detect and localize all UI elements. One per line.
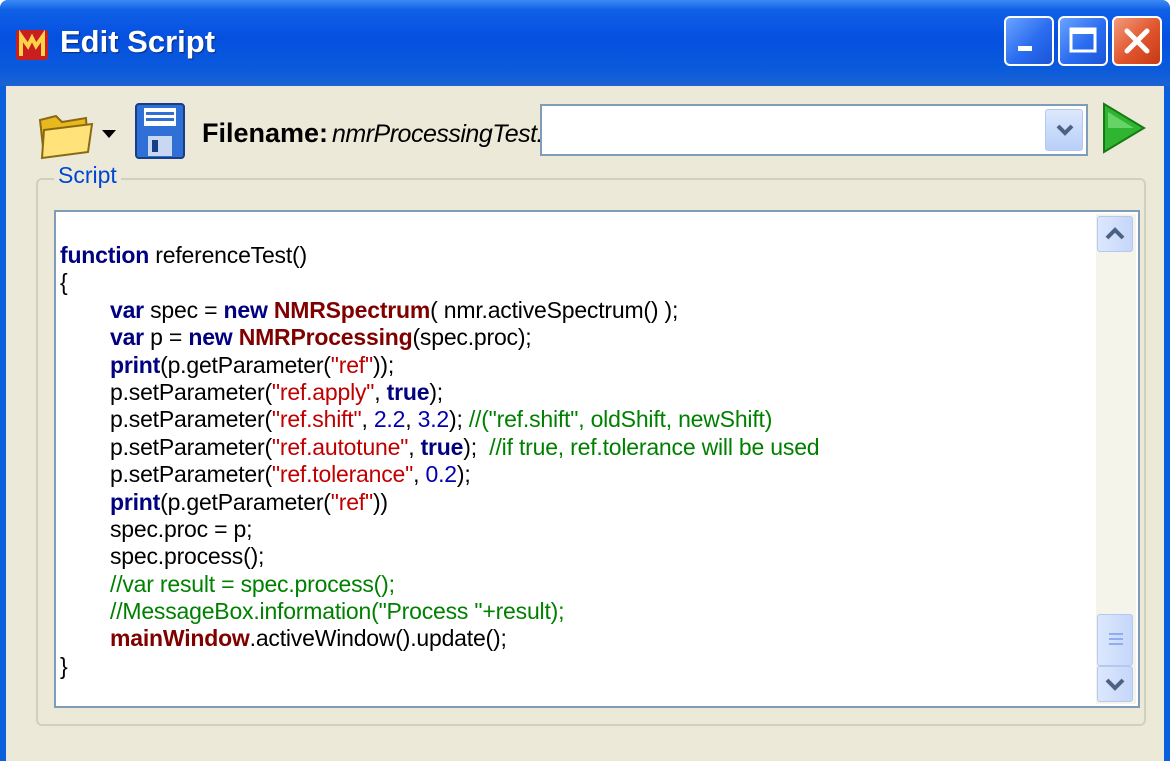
code-token: ); — [429, 378, 443, 405]
code-token: .activeWindow().update(); — [249, 625, 507, 652]
code-line: { — [60, 269, 1090, 296]
vertical-scrollbar[interactable] — [1096, 214, 1136, 704]
minimize-button[interactable] — [1004, 16, 1054, 66]
code-token: true — [420, 433, 464, 460]
filename-value: nmrProcessingTest.qs — [332, 120, 569, 148]
code-token: p.setParameter( — [110, 406, 272, 433]
code-token: p = — [143, 324, 189, 351]
code-token: spec.proc = p; — [110, 515, 253, 542]
code-token: //MessageBox.information("Process "+resu… — [110, 598, 565, 625]
code-token: p.setParameter( — [110, 461, 272, 488]
code-area[interactable]: function referenceTest(){var spec = new … — [60, 242, 1090, 680]
code-line: p.setParameter("ref.shift", 2.2, 3.2); /… — [60, 406, 1090, 433]
code-line: //var result = spec.process(); — [60, 571, 1090, 598]
code-token: "ref" — [330, 351, 373, 378]
code-token: , — [413, 461, 426, 488]
code-token: 2.2 — [373, 406, 406, 433]
combo-dropdown-button[interactable] — [1045, 109, 1083, 151]
dialog-client-area: Filename: nmrProcessingTest.qs Script fu… — [6, 86, 1164, 761]
code-token: var — [110, 296, 144, 323]
edit-script-window: Edit Script Filename: nmrProcessingTest.… — [0, 0, 1170, 761]
script-group-label: Script — [54, 162, 121, 189]
scroll-up-button[interactable] — [1097, 216, 1133, 252]
filename-label: Filename: — [202, 118, 329, 148]
code-line: var p = new NMRProcessing(spec.proc); — [60, 324, 1090, 351]
code-token: p.setParameter( — [110, 433, 272, 460]
code-token: mainWindow — [110, 625, 250, 652]
open-folder-icon[interactable] — [36, 106, 96, 162]
title-bar[interactable]: Edit Script — [0, 0, 1170, 86]
code-token: var — [110, 324, 144, 351]
close-icon — [1124, 28, 1150, 54]
code-token: p.setParameter( — [110, 378, 272, 405]
code-token: new — [223, 296, 268, 323]
script-editor[interactable]: function referenceTest(){var spec = new … — [54, 210, 1140, 708]
code-token: NMRSpectrum — [273, 296, 431, 323]
code-line: p.setParameter("ref.autotune", true); //… — [60, 434, 1090, 461]
code-token: true — [386, 378, 430, 405]
code-token: 0.2 — [425, 461, 457, 488]
code-token: //("ref.shift", oldShift, newShift) — [468, 406, 773, 433]
code-line: //MessageBox.information("Process "+resu… — [60, 598, 1090, 625]
code-line: spec.proc = p; — [60, 516, 1090, 543]
code-line: } — [60, 653, 1090, 680]
save-icon[interactable] — [134, 102, 186, 160]
scrollbar-thumb[interactable] — [1097, 614, 1133, 666]
minimize-icon — [1018, 46, 1032, 51]
code-line: var spec = new NMRSpectrum( nmr.activeSp… — [60, 297, 1090, 324]
code-line: p.setParameter("ref.tolerance", 0.2); — [60, 461, 1090, 488]
maximize-icon — [1069, 27, 1097, 53]
code-token: )) — [372, 488, 388, 515]
code-token: , — [361, 406, 374, 433]
code-line: print(p.getParameter("ref")); — [60, 352, 1090, 379]
code-token: , — [374, 378, 387, 405]
code-token: print — [110, 488, 161, 515]
code-token: "ref.apply" — [271, 378, 375, 405]
code-line: function referenceTest() — [60, 242, 1090, 269]
code-token: ); — [463, 433, 490, 460]
close-button[interactable] — [1112, 16, 1162, 66]
dropdown-arrow-icon[interactable] — [102, 130, 116, 138]
code-token: ); — [456, 461, 471, 488]
code-token: ( nmr.activeSpectrum() ); — [430, 296, 679, 323]
code-token: function — [60, 242, 150, 268]
code-line: spec.process(); — [60, 543, 1090, 570]
code-token: spec.process(); — [110, 543, 265, 570]
code-token: //var result = spec.process(); — [110, 570, 395, 597]
code-line: print(p.getParameter("ref")) — [60, 489, 1090, 516]
code-token: } — [60, 652, 68, 679]
code-token: , — [408, 433, 421, 460]
chevron-up-icon — [1105, 227, 1125, 240]
code-token: "ref" — [330, 488, 373, 515]
code-token: "ref.tolerance" — [271, 461, 414, 488]
code-token: "ref.autotune" — [271, 433, 409, 460]
run-icon[interactable] — [1098, 100, 1148, 156]
code-token: , — [405, 406, 418, 433]
code-token: "ref.shift" — [271, 406, 362, 433]
chevron-down-icon — [1056, 124, 1074, 136]
window-title: Edit Script — [60, 24, 216, 59]
code-token: new — [188, 324, 233, 351]
scroll-down-button[interactable] — [1097, 666, 1133, 702]
code-token: referenceTest() — [149, 242, 307, 268]
maximize-button[interactable] — [1058, 16, 1108, 66]
code-token: print — [110, 351, 161, 378]
code-token: )); — [372, 351, 395, 378]
chevron-down-icon — [1105, 678, 1125, 691]
code-token: { — [60, 269, 68, 296]
code-token: NMRProcessing — [238, 324, 413, 351]
code-token: ); — [448, 406, 469, 433]
code-token: (spec.proc); — [412, 324, 532, 351]
code-token: (p.getParameter( — [160, 488, 331, 515]
script-combo-box[interactable] — [540, 104, 1088, 156]
code-token: (p.getParameter( — [160, 351, 331, 378]
code-line: p.setParameter("ref.apply", true); — [60, 379, 1090, 406]
code-line: mainWindow.activeWindow().update(); — [60, 625, 1090, 652]
app-icon — [16, 29, 48, 60]
code-token: //if true, ref.tolerance will be used — [489, 433, 820, 460]
code-token: spec = — [143, 296, 224, 323]
code-token: 3.2 — [417, 406, 450, 433]
